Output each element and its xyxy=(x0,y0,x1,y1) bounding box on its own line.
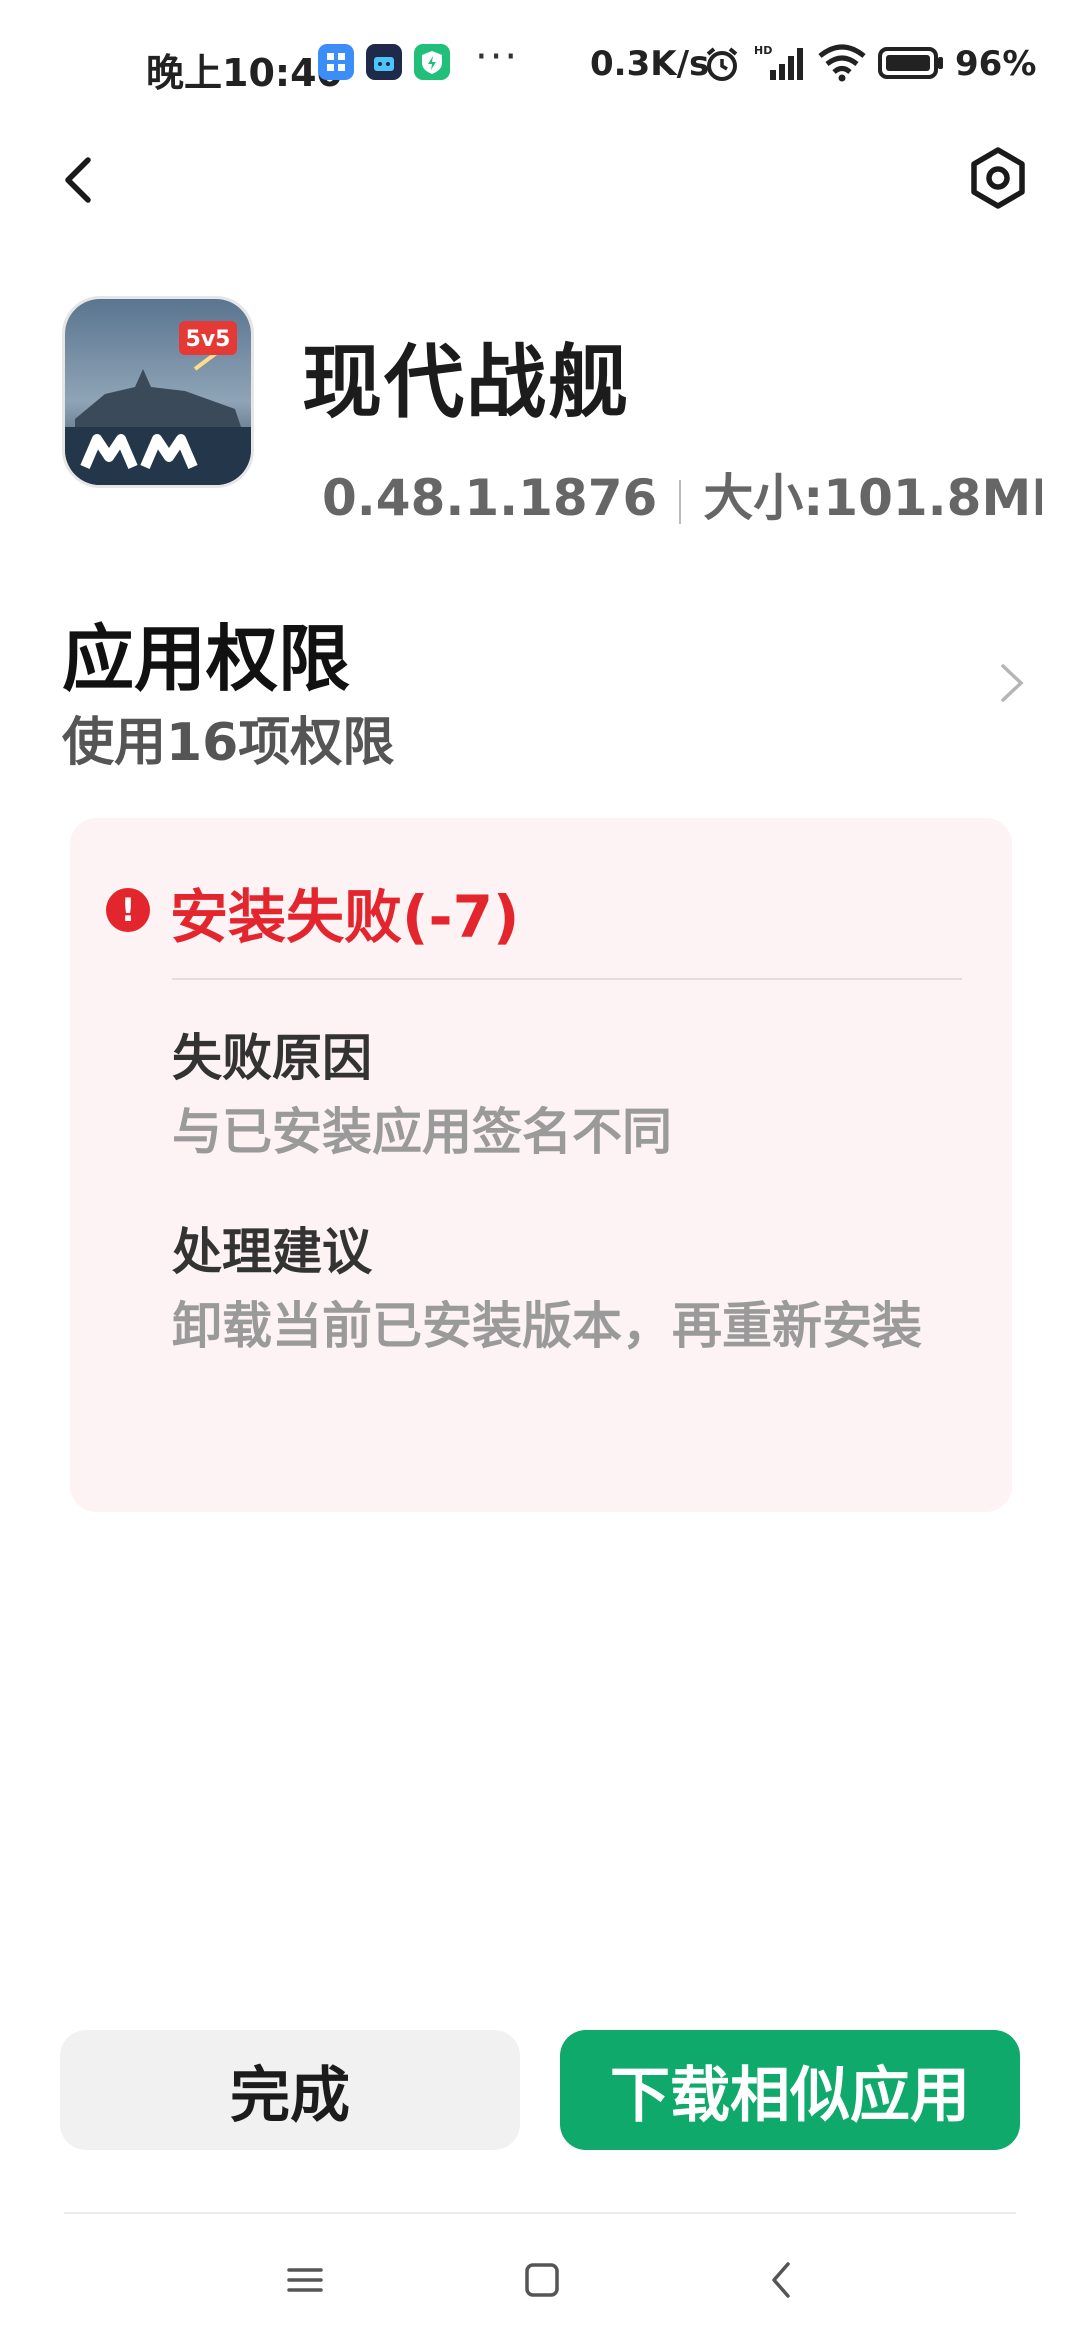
back-icon[interactable] xyxy=(52,150,112,210)
nav-divider xyxy=(64,2212,1016,2214)
battery-percent: 96% xyxy=(955,44,1037,84)
more-notifications-icon: ··· xyxy=(475,34,520,80)
permissions-title: 应用权限 xyxy=(62,617,351,701)
app-icon-badge: 5v5 xyxy=(186,327,231,352)
menu-icon[interactable] xyxy=(265,2250,345,2310)
failure-reason-label: 失败原因 xyxy=(172,1029,372,1087)
shield-app-icon xyxy=(414,44,450,80)
app-grid-icon xyxy=(318,44,354,80)
network-speed: 0.3K/s xyxy=(590,44,710,84)
app-meta: 0.48.1.1876 大小:101.8MB xyxy=(322,458,1042,530)
alarm-icon xyxy=(702,44,742,88)
app-size: 大小:101.8MB xyxy=(703,469,1042,527)
nav-back-icon[interactable] xyxy=(742,2250,822,2310)
done-button[interactable]: 完成 xyxy=(60,2030,520,2150)
meta-separator xyxy=(679,479,682,524)
suggestion-label: 处理建议 xyxy=(172,1223,372,1281)
card-divider xyxy=(172,978,962,980)
status-time: 晚上10:40 xyxy=(146,51,343,95)
bilibili-icon xyxy=(366,44,402,80)
settings-icon[interactable] xyxy=(965,145,1031,211)
home-icon[interactable] xyxy=(502,2250,582,2310)
failure-reason-value: 与已安装应用签名不同 xyxy=(172,1103,672,1161)
error-title: 安装失败(-7) xyxy=(170,883,520,951)
signal-icon: HD xyxy=(754,42,806,86)
error-icon: ! xyxy=(106,888,150,932)
download-similar-button[interactable]: 下载相似应用 xyxy=(560,2030,1020,2150)
chevron-right-icon xyxy=(995,660,1029,706)
battery-icon xyxy=(878,46,944,84)
permissions-row[interactable]: 应用权限 使用16项权限 xyxy=(0,590,1080,790)
permissions-subtitle: 使用16项权限 xyxy=(62,713,395,773)
app-name: 现代战舰 xyxy=(302,336,630,429)
wifi-icon xyxy=(818,44,866,86)
svg-text:HD: HD xyxy=(754,44,772,57)
status-bar: 晚上10:40 ··· 0.3K/s HD 96% xyxy=(0,0,1080,120)
app-version: 0.48.1.1876 xyxy=(322,469,658,527)
app-icon: 5v5 xyxy=(62,296,254,488)
suggestion-value: 卸载当前已安装版本，再重新安装 xyxy=(172,1297,922,1355)
